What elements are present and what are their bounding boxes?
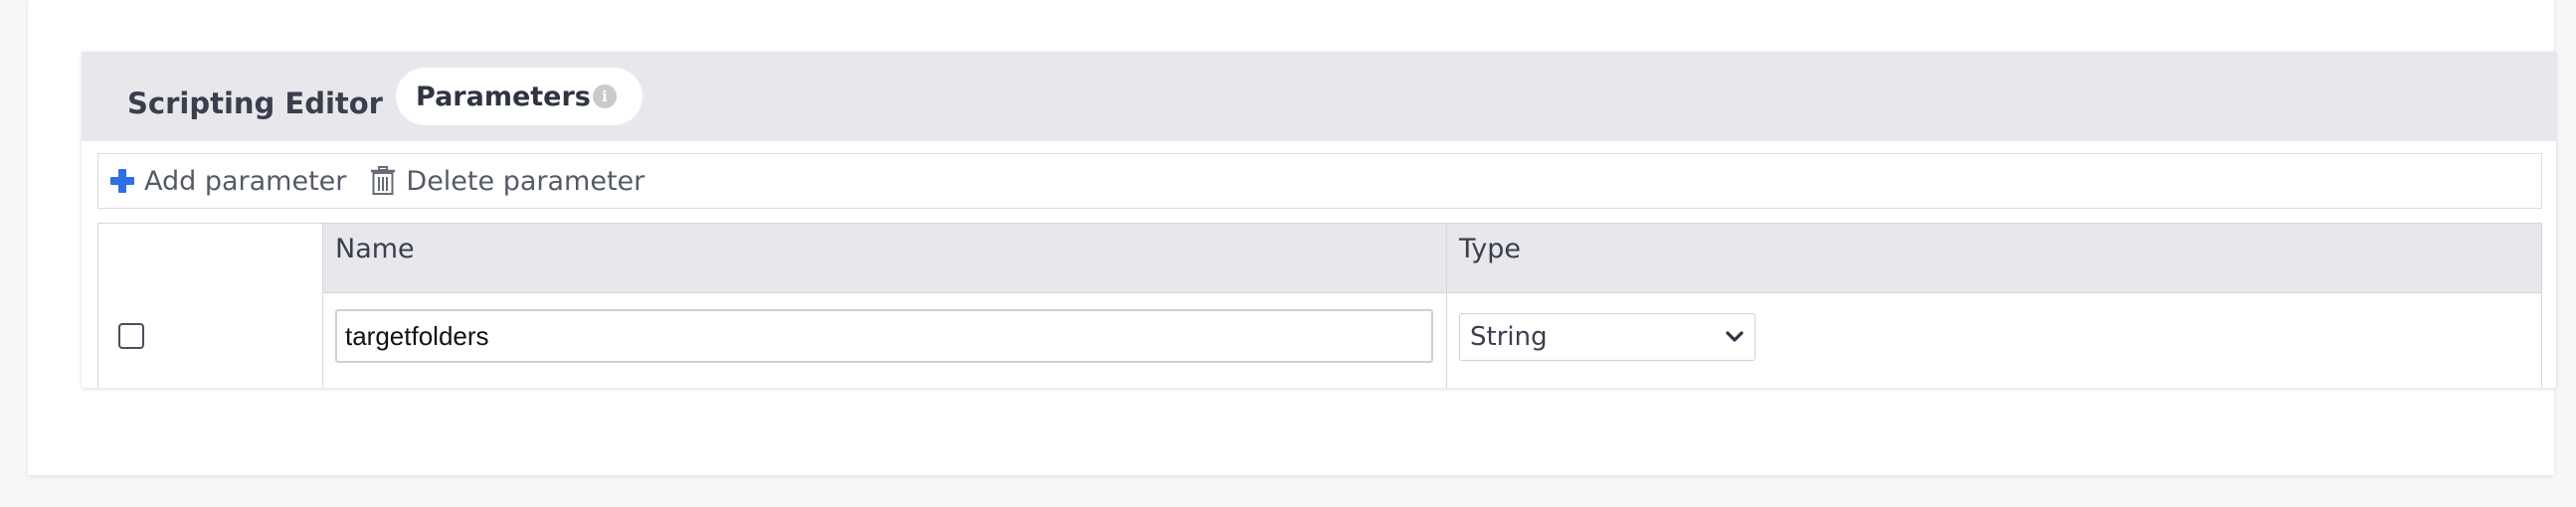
parameter-type-select[interactable]: String [1459, 313, 1755, 361]
parameter-type-value: String [1470, 322, 1548, 352]
column-header-type[interactable]: Type [1447, 224, 2541, 293]
row-type-cell: String [1447, 293, 2541, 388]
add-parameter-label: Add parameter [144, 165, 347, 197]
row-name-cell [323, 293, 1447, 388]
parameters-toolbar: Add parameter Delete parameter [97, 153, 2542, 209]
column-header-select [98, 224, 323, 293]
info-icon[interactable]: i [592, 84, 617, 108]
trash-icon [371, 166, 396, 195]
scripting-editor-panel: Scripting Editor Parameters i Add parame… [82, 52, 2556, 388]
table-row: String [98, 293, 2541, 388]
delete-parameter-label: Delete parameter [406, 165, 645, 197]
parameters-table: Name Type String [97, 223, 2542, 388]
editor-title: Scripting Editor [127, 86, 383, 120]
chevron-down-icon [1726, 331, 1744, 342]
row-select-cell [98, 293, 323, 388]
tab-parameters[interactable]: Parameters i [396, 68, 643, 125]
delete-parameter-button[interactable]: Delete parameter [370, 166, 644, 197]
table-header: Name Type [98, 224, 2541, 293]
add-parameter-button[interactable]: Add parameter [110, 166, 346, 197]
column-header-name[interactable]: Name [323, 224, 1447, 293]
parameter-name-input[interactable] [335, 309, 1433, 363]
plus-icon [110, 169, 134, 193]
page-card: Scripting Editor Parameters i Add parame… [28, 0, 2556, 475]
row-checkbox[interactable] [118, 323, 144, 349]
editor-header: Scripting Editor Parameters i [82, 52, 2556, 141]
tab-parameters-label: Parameters [416, 81, 591, 112]
